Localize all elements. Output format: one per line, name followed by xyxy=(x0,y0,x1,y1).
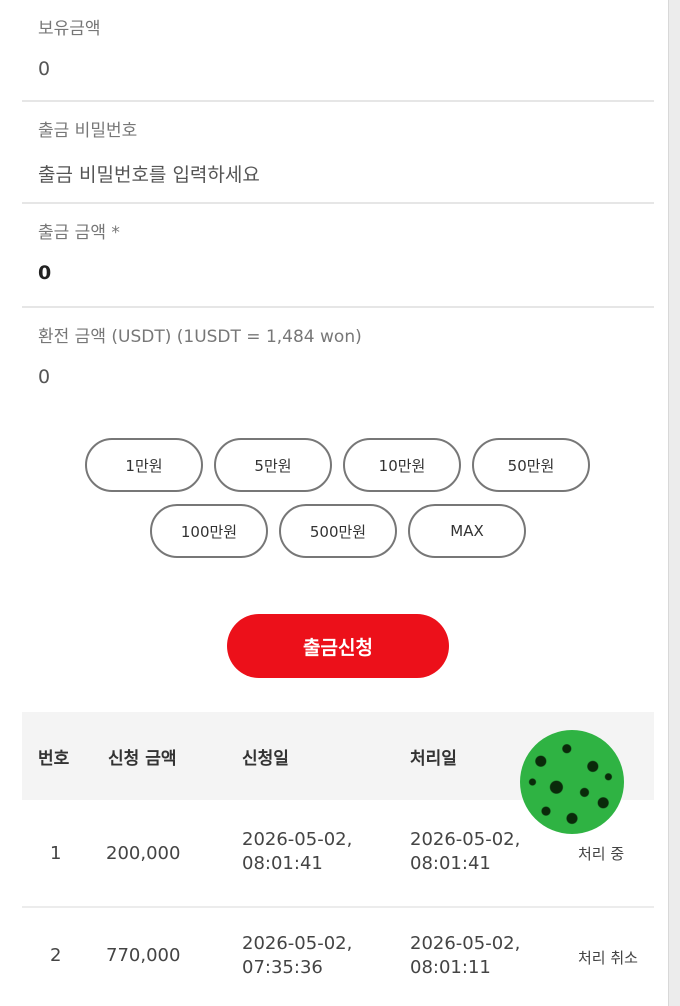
withdraw-password-field[interactable]: 출금 비밀번호 출금 비밀번호를 입력하세요 xyxy=(22,102,654,204)
quick-amount-button[interactable]: 10만원 xyxy=(343,438,461,492)
column-header: 신청 금액 xyxy=(108,749,177,769)
converted-amount-label: 환전 금액 (USDT) (1USDT = 1,484 won) xyxy=(38,327,362,347)
withdraw-amount-input[interactable]: 0 xyxy=(38,262,51,284)
row-amount: 200,000 xyxy=(106,843,181,864)
withdraw-password-input[interactable]: 출금 비밀번호를 입력하세요 xyxy=(38,160,260,187)
row-requested-date: 2026-05-02, 07:35:36 xyxy=(242,933,353,978)
row-processed-date: 2026-05-02, 08:01:11 xyxy=(410,933,521,978)
row-number: 2 xyxy=(50,945,62,966)
converted-amount-field: 환전 금액 (USDT) (1USDT = 1,484 won) 0 xyxy=(22,308,654,410)
withdraw-amount-label: 출금 금액 * xyxy=(38,223,120,243)
converted-amount-value: 0 xyxy=(38,366,51,388)
row-status: 처리 중 xyxy=(578,845,625,863)
holding-amount-label: 보유금액 xyxy=(38,19,101,39)
column-header: 번호 xyxy=(38,749,70,769)
row-number: 1 xyxy=(50,843,62,864)
withdraw-amount-field[interactable]: 출금 금액 * 0 xyxy=(22,204,654,308)
holding-amount-value: 0 xyxy=(38,58,51,80)
row-requested-date: 2026-05-02, 08:01:41 xyxy=(242,829,353,874)
withdraw-password-label: 출금 비밀번호 xyxy=(38,121,138,141)
row-processed-date: 2026-05-02, 08:01:41 xyxy=(410,829,521,874)
quick-amount-button[interactable]: 5만원 xyxy=(214,438,332,492)
max-amount-button[interactable]: MAX xyxy=(408,504,526,558)
table-row: 2 770,000 2026-05-02, 07:35:36 2026-05-0… xyxy=(22,908,654,1006)
row-status: 처리 취소 xyxy=(578,949,638,967)
quick-amount-button[interactable]: 1만원 xyxy=(85,438,203,492)
withdrawal-page: 보유금액 0 출금 비밀번호 출금 비밀번호를 입력하세요 출금 금액 * 0 … xyxy=(0,0,668,1006)
column-header: 신청일 xyxy=(242,749,289,769)
quick-amount-button[interactable]: 50만원 xyxy=(472,438,590,492)
column-header: 처리일 xyxy=(410,749,457,769)
holding-amount-field: 보유금액 0 xyxy=(22,0,654,102)
scrollbar[interactable] xyxy=(668,0,680,1006)
row-amount: 770,000 xyxy=(106,945,181,966)
quick-amount-button[interactable]: 100만원 xyxy=(150,504,268,558)
quick-amount-button[interactable]: 500만원 xyxy=(279,504,397,558)
floating-chat-badge[interactable] xyxy=(520,730,624,834)
withdraw-submit-button[interactable]: 출금신청 xyxy=(227,614,449,678)
